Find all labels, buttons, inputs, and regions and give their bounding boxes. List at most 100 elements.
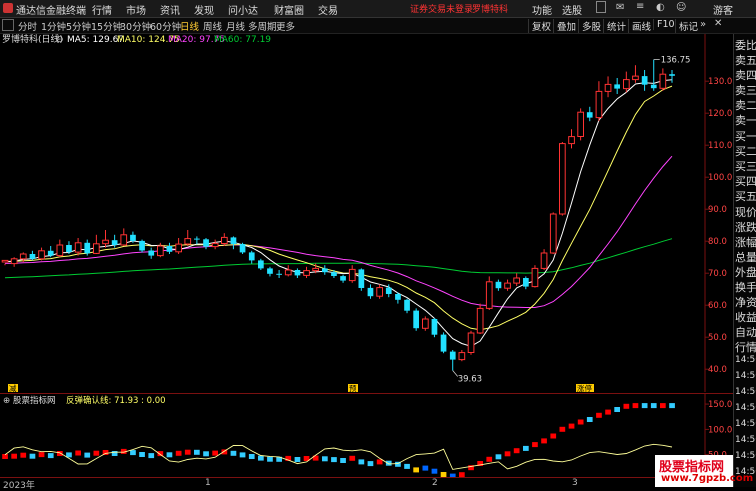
user-icon[interactable]: ☺: [676, 2, 686, 13]
period-tab-more[interactable]: 更多: [276, 19, 295, 33]
candle[interactable]: [431, 318, 438, 338]
candle[interactable]: [467, 330, 475, 355]
candle[interactable]: [413, 308, 419, 331]
sidebar-item-ask3[interactable]: 卖三: [735, 82, 756, 98]
candle[interactable]: [395, 292, 401, 304]
period-tab-60min[interactable]: 60分钟: [150, 19, 181, 33]
sidebar-item-ask4[interactable]: 卖四: [735, 67, 756, 83]
candle[interactable]: [284, 265, 292, 277]
sidebar-item-bid4[interactable]: 买四: [735, 173, 756, 189]
candle[interactable]: [614, 78, 620, 94]
candle[interactable]: [340, 274, 346, 283]
candle[interactable]: [322, 265, 328, 275]
candle[interactable]: [248, 250, 255, 264]
candle[interactable]: [523, 276, 529, 290]
menu-functions[interactable]: 功能: [532, 2, 552, 17]
sidebar-item-net-asset[interactable]: 净资: [735, 294, 756, 310]
more-chevron-icon[interactable]: »: [700, 19, 706, 30]
close-icon[interactable]: ✕: [714, 18, 722, 29]
candle[interactable]: [531, 265, 539, 288]
candle[interactable]: [440, 332, 447, 354]
sidebar-item-bid5[interactable]: 买五: [735, 188, 756, 204]
candle[interactable]: [604, 76, 612, 98]
period-tab-15min[interactable]: 15分钟: [91, 19, 122, 33]
menu-trade[interactable]: 交易: [318, 2, 338, 17]
period-tab-30min[interactable]: 30分钟: [120, 19, 151, 33]
candle[interactable]: [93, 234, 100, 254]
sidebar-item-outer-volume[interactable]: 外盘: [735, 264, 756, 280]
period-tab-1min[interactable]: 1分钟: [41, 19, 66, 33]
candle[interactable]: [230, 236, 237, 250]
candle[interactable]: [120, 228, 128, 246]
candle[interactable]: [485, 276, 493, 310]
candle[interactable]: [10, 257, 18, 267]
period-tab-weekly[interactable]: 周线: [203, 19, 222, 33]
candle[interactable]: [267, 266, 273, 277]
candle[interactable]: [203, 238, 209, 250]
candle[interactable]: [376, 284, 383, 299]
candle[interactable]: [595, 81, 603, 122]
chart-settings-icon[interactable]: ⊙: [56, 35, 64, 45]
multi-stock-button[interactable]: 多股: [578, 19, 601, 33]
candle[interactable]: [211, 239, 219, 250]
candle[interactable]: [659, 68, 667, 91]
candle[interactable]: [568, 129, 575, 149]
candle[interactable]: [56, 239, 64, 258]
menu-market-quotes[interactable]: 行情: [92, 2, 112, 17]
candle[interactable]: [449, 350, 456, 371]
menu-ask[interactable]: 问小达: [228, 2, 258, 17]
menu-stock-picker[interactable]: 选股: [562, 2, 582, 17]
candle[interactable]: [559, 142, 566, 216]
sidebar-item-bid2[interactable]: 买二: [735, 143, 756, 159]
sidebar-item-change[interactable]: 涨跌: [735, 219, 756, 235]
menu-discover[interactable]: 发现: [194, 2, 214, 17]
candle[interactable]: [504, 279, 511, 291]
candle[interactable]: [148, 247, 155, 259]
candle[interactable]: [47, 246, 54, 258]
menu-wealth[interactable]: 财富圈: [274, 2, 304, 17]
menu-news[interactable]: 资讯: [160, 2, 180, 17]
period-tab-multi[interactable]: 多周期: [248, 19, 277, 33]
candle[interactable]: [1, 259, 9, 266]
indicator-settings-icon[interactable]: ⊕: [3, 396, 10, 406]
candle[interactable]: [623, 71, 630, 93]
candle[interactable]: [294, 268, 301, 278]
sidebar-item-ask2[interactable]: 卖二: [735, 97, 756, 113]
candle[interactable]: [632, 65, 639, 83]
guest-login[interactable]: 游客: [713, 2, 733, 17]
candle[interactable]: [513, 273, 520, 286]
candle[interactable]: [476, 303, 484, 334]
candle[interactable]: [166, 242, 173, 254]
candle[interactable]: [194, 236, 200, 245]
candle[interactable]: [139, 239, 145, 253]
candle[interactable]: [495, 279, 502, 291]
sidebar-item-quotes[interactable]: 行情: [735, 339, 756, 355]
candle[interactable]: [102, 230, 109, 248]
candle[interactable]: [586, 106, 593, 122]
mark-button[interactable]: 标记: [675, 19, 698, 33]
candle[interactable]: [38, 247, 45, 261]
candle[interactable]: [650, 59, 657, 91]
candle[interactable]: [422, 316, 429, 331]
sidebar-item-auto[interactable]: 自动: [735, 324, 756, 340]
candlestick-chart[interactable]: 130.0 120.0 110.0 100.0 90.0 80.0 70.0 60.0 50.0…: [0, 34, 733, 392]
f10-button[interactable]: F10: [653, 19, 675, 30]
menu-icon[interactable]: ≡: [636, 1, 644, 12]
sidebar-item-ask1[interactable]: 卖一: [735, 112, 756, 128]
candle[interactable]: [549, 212, 557, 254]
candle[interactable]: [669, 70, 675, 83]
candle[interactable]: [348, 265, 356, 283]
sidebar-item-change-pct[interactable]: 涨幅: [735, 234, 756, 250]
phone-icon[interactable]: [596, 1, 606, 13]
candle[interactable]: [84, 239, 91, 256]
candle[interactable]: [74, 238, 82, 256]
overlay-button[interactable]: 叠加: [553, 19, 576, 33]
sidebar-item-ask5[interactable]: 卖五: [735, 52, 756, 68]
period-tab-5min[interactable]: 5分钟: [66, 19, 91, 33]
period-tab-daily[interactable]: 日线: [180, 19, 199, 33]
candle[interactable]: [358, 268, 365, 291]
sidebar-item-price[interactable]: 现价: [735, 204, 756, 220]
candle[interactable]: [577, 108, 584, 141]
candle[interactable]: [184, 230, 192, 246]
candle[interactable]: [221, 233, 228, 246]
